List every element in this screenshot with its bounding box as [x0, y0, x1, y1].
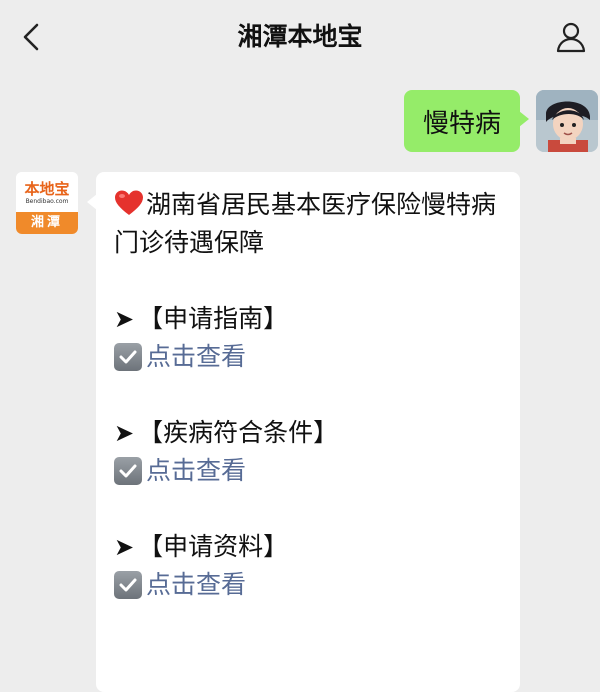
view-link-guide[interactable]: 点击查看 — [114, 338, 502, 376]
headline-text: 湖南省居民基本医疗保险慢特病门诊待遇保障 — [114, 190, 497, 257]
view-link-materials[interactable]: 点击查看 — [114, 566, 502, 604]
view-link-diseases[interactable]: 点击查看 — [114, 452, 502, 490]
checkbox-icon — [114, 343, 142, 371]
logo-domain-text: Bendibao.com — [25, 198, 69, 205]
view-link-text[interactable]: 点击查看 — [146, 452, 246, 490]
message-headline: 湖南省居民基本医疗保险慢特病门诊待遇保障 — [114, 186, 502, 262]
person-icon — [556, 22, 586, 53]
view-link-text[interactable]: 点击查看 — [146, 338, 246, 376]
section-title-text: 【疾病符合条件】 — [138, 418, 339, 447]
arrow-right-icon: ➤ — [114, 533, 135, 561]
top-bar: 湘潭本地宝 — [0, 0, 600, 76]
arrow-right-icon: ➤ — [114, 305, 135, 333]
outgoing-message-text: 慢特病 — [422, 108, 501, 139]
section-title-text: 【申请资料】 — [138, 532, 289, 561]
user-avatar[interactable] — [536, 90, 598, 152]
section-application-materials: ➤ 【申请资料】 点击查看 — [114, 528, 502, 604]
logo-city-text: 湘潭 — [16, 212, 78, 234]
incoming-message-bubble: 湖南省居民基本医疗保险慢特病门诊待遇保障 ➤ 【申请指南】 点击查看 ➤ 【疾病符合… — [87, 172, 520, 692]
heart-icon — [115, 190, 143, 215]
checkbox-icon — [114, 571, 142, 599]
arrow-right-icon: ➤ — [114, 419, 135, 447]
profile-button[interactable] — [552, 18, 590, 56]
outgoing-message-bubble[interactable]: 慢特病 — [404, 90, 529, 152]
section-application-guide: ➤ 【申请指南】 点击查看 — [114, 300, 502, 376]
bendibao-avatar[interactable]: 本地宝 Bendibao.com 湘潭 — [16, 172, 78, 234]
section-title-text: 【申请指南】 — [138, 304, 289, 333]
view-link-text[interactable]: 点击查看 — [146, 566, 246, 604]
user-avatar-illustration — [536, 90, 598, 152]
section-eligible-diseases: ➤ 【疾病符合条件】 点击查看 — [114, 414, 502, 490]
logo-brand-text: 本地宝 — [24, 180, 70, 198]
page-title: 湘潭本地宝 — [237, 22, 363, 51]
checkbox-icon — [114, 457, 142, 485]
